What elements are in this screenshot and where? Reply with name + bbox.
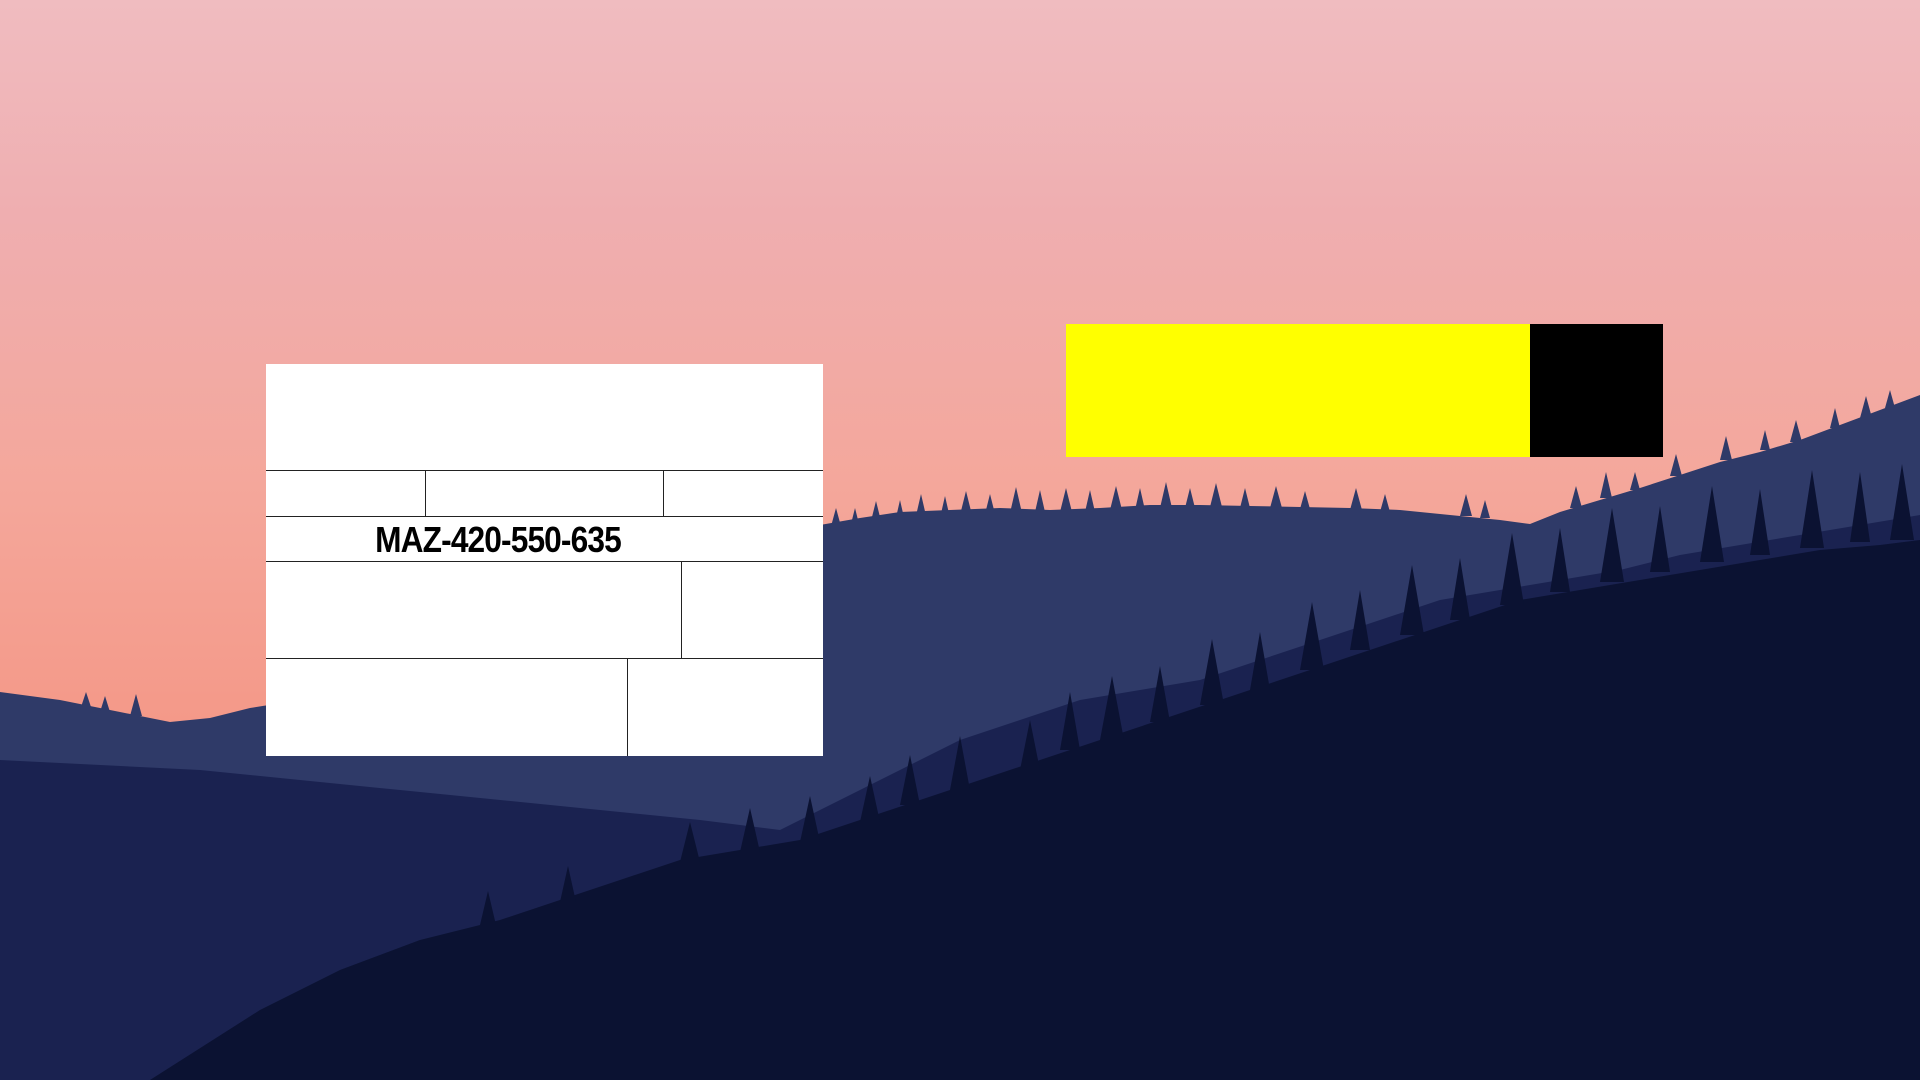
label-header-row [266, 364, 823, 470]
label-cell [266, 471, 425, 516]
label-code-text: MAZ-420-550-635 [375, 519, 622, 560]
label-cell [266, 562, 681, 658]
indicator-remainder [1529, 324, 1663, 457]
label-card: MAZ-420-550-635 [266, 364, 823, 756]
label-cell [266, 659, 627, 756]
label-row-three-cells [266, 470, 823, 516]
label-cell [627, 659, 823, 756]
label-row-two-cells [266, 658, 823, 756]
indicator-bar [1066, 324, 1663, 457]
desktop: MAZ-420-550-635 [0, 0, 1920, 1080]
label-cell [663, 471, 823, 516]
indicator-fill [1066, 324, 1530, 457]
label-cell [425, 471, 663, 516]
label-row-two-cells [266, 561, 823, 658]
label-cell [681, 562, 823, 658]
label-code-row: MAZ-420-550-635 [266, 516, 823, 561]
